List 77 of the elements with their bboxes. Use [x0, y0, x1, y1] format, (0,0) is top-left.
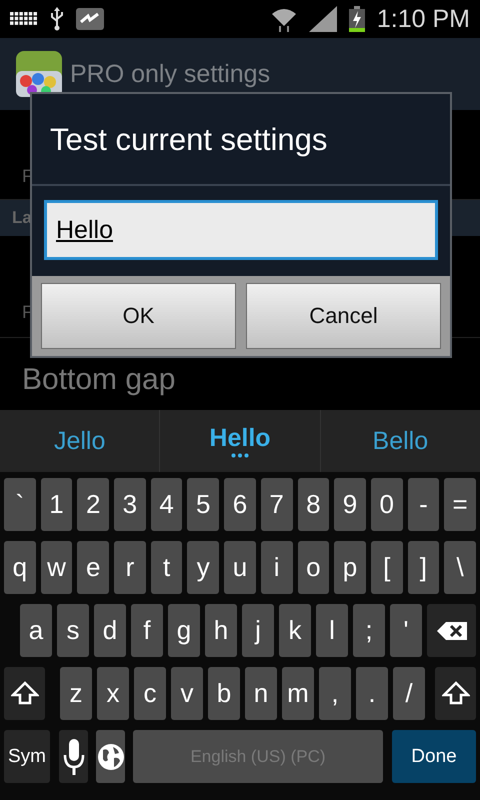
- key[interactable]: n: [245, 667, 277, 720]
- suggestion[interactable]: Jello: [0, 410, 160, 472]
- done-key[interactable]: Done: [392, 730, 476, 783]
- key[interactable]: t: [150, 541, 182, 594]
- setting-title: Bottom gap: [22, 363, 176, 397]
- key[interactable]: ]: [408, 541, 440, 594]
- key[interactable]: 9: [334, 478, 366, 531]
- key[interactable]: o: [298, 541, 330, 594]
- symbols-key[interactable]: Sym: [4, 730, 50, 783]
- dialog-title: Test current settings: [50, 122, 328, 157]
- key[interactable]: z: [60, 667, 92, 720]
- key[interactable]: /: [393, 667, 425, 720]
- key[interactable]: 5: [187, 478, 220, 531]
- wifi-icon: [270, 6, 297, 32]
- key[interactable]: ': [390, 604, 422, 657]
- key[interactable]: 6: [224, 478, 256, 531]
- key[interactable]: i: [260, 541, 292, 594]
- key[interactable]: g: [168, 604, 200, 657]
- dialog-button[interactable]: OK: [41, 283, 236, 349]
- key[interactable]: 7: [260, 478, 292, 531]
- key[interactable]: k: [279, 604, 311, 657]
- key[interactable]: a: [20, 604, 52, 657]
- key[interactable]: 4: [150, 478, 182, 531]
- suggestion[interactable]: Hello: [160, 410, 321, 472]
- microphone-key[interactable]: [59, 730, 88, 783]
- key[interactable]: -: [408, 478, 440, 531]
- key[interactable]: c: [134, 667, 166, 720]
- key[interactable]: x: [97, 667, 129, 720]
- key[interactable]: `: [4, 478, 36, 531]
- key[interactable]: \: [444, 541, 476, 594]
- app-icon: [16, 51, 62, 97]
- shift-key[interactable]: [435, 667, 476, 720]
- microphone-icon: [62, 738, 84, 774]
- key[interactable]: d: [94, 604, 126, 657]
- key[interactable]: 8: [298, 478, 330, 531]
- key[interactable]: b: [208, 667, 240, 720]
- charging-battery-icon: [348, 6, 365, 32]
- more-dots-icon: [230, 453, 249, 458]
- key[interactable]: l: [316, 604, 348, 657]
- key[interactable]: 2: [77, 478, 110, 531]
- key[interactable]: ,: [319, 667, 351, 720]
- language-key[interactable]: [96, 730, 125, 783]
- backspace-key[interactable]: [427, 604, 476, 657]
- key[interactable]: =: [444, 478, 476, 531]
- key[interactable]: s: [57, 604, 89, 657]
- clock: 1:10 PM: [376, 4, 470, 34]
- globe-icon: [96, 742, 124, 770]
- key[interactable]: r: [114, 541, 146, 594]
- keyboard-icon: [10, 12, 38, 26]
- key[interactable]: w: [40, 541, 72, 594]
- suggestion[interactable]: Bello: [320, 410, 480, 472]
- key[interactable]: .: [356, 667, 388, 720]
- key[interactable]: u: [224, 541, 256, 594]
- key[interactable]: y: [187, 541, 220, 594]
- shift-icon: [442, 680, 470, 706]
- key[interactable]: 0: [370, 478, 403, 531]
- dialog-button[interactable]: Cancel: [246, 283, 441, 349]
- backspace-icon: [436, 622, 466, 640]
- battery-bolt-icon: [76, 8, 104, 30]
- key[interactable]: 1: [40, 478, 72, 531]
- key[interactable]: 3: [114, 478, 146, 531]
- key[interactable]: p: [334, 541, 366, 594]
- key[interactable]: ;: [353, 604, 385, 657]
- key[interactable]: v: [171, 667, 203, 720]
- key[interactable]: j: [242, 604, 274, 657]
- key[interactable]: m: [282, 667, 314, 720]
- key[interactable]: h: [205, 604, 237, 657]
- key[interactable]: f: [131, 604, 163, 657]
- screen-title: PRO only settings: [70, 60, 270, 88]
- key[interactable]: [: [370, 541, 403, 594]
- signal-icon: [308, 6, 337, 32]
- text-field[interactable]: Hello: [44, 200, 438, 260]
- key[interactable]: q: [4, 541, 36, 594]
- shift-icon: [10, 680, 38, 706]
- key[interactable]: e: [77, 541, 110, 594]
- usb-icon: [50, 7, 64, 31]
- shift-key[interactable]: [4, 667, 45, 720]
